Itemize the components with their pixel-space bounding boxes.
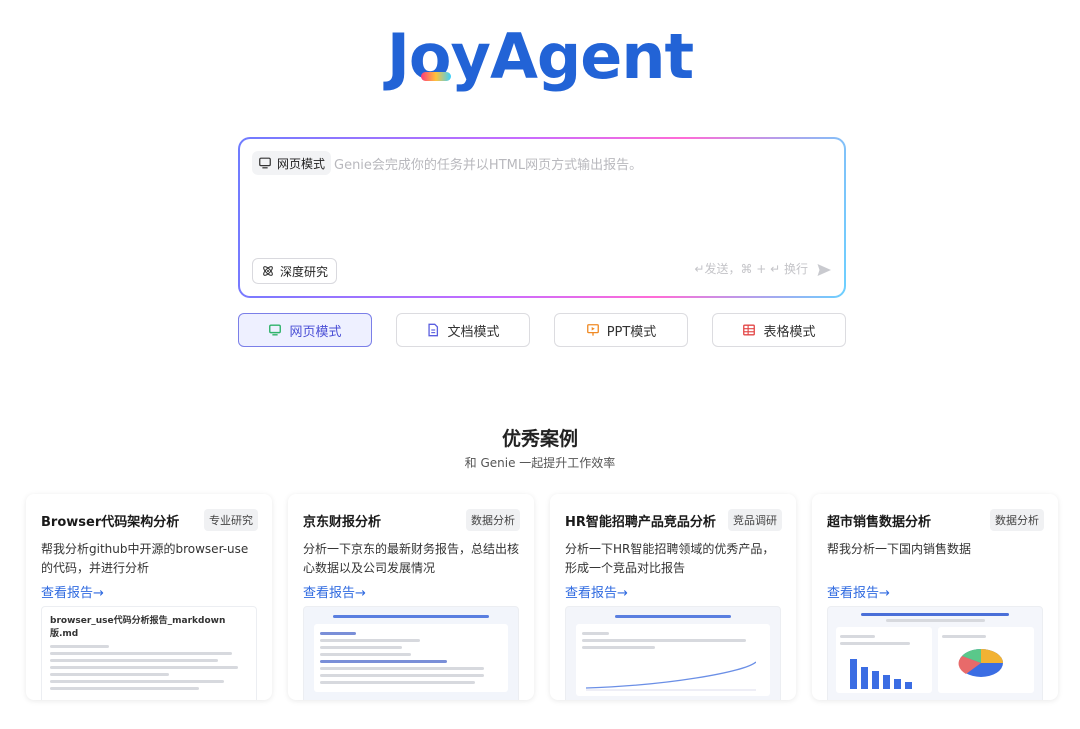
card-description: 分析一下京东的最新财务报告，总结出核心数据以及公司发展情况	[303, 542, 520, 575]
case-cards: Browser代码架构分析 专业研究 帮我分析github中开源的browser…	[26, 494, 1058, 700]
monitor-icon	[269, 324, 282, 336]
case-card-hr-recruit[interactable]: HR智能招聘产品竞品分析 竞品调研 分析一下HR智能招聘领域的优秀产品，形成一个…	[550, 494, 796, 700]
send-hint: ↵发送，⌘ + ↵ 换行	[694, 262, 808, 276]
task-input-inner[interactable]: 网页模式 Genie会完成你的任务并以HTML网页方式输出报告。 深度研究 ↵发…	[240, 139, 844, 296]
report-preview	[303, 606, 519, 700]
presentation-icon	[586, 324, 599, 336]
report-preview	[827, 606, 1043, 700]
showcase-title: 优秀案例	[501, 428, 578, 450]
mode-button-label: 文档模式	[447, 324, 500, 340]
mode-button-document[interactable]: 文档模式	[396, 313, 530, 347]
mode-selector: 网页模式 文档模式 PPT模式 表格模式	[238, 313, 846, 347]
card-title: 京东财报分析	[303, 514, 382, 530]
pie-thumbnail	[958, 649, 1003, 677]
case-card-jd-finance[interactable]: 京东财报分析 数据分析 分析一下京东的最新财务报告，总结出核心数据以及公司发展情…	[288, 494, 534, 700]
deep-research-button[interactable]: 深度研究	[252, 258, 338, 284]
report-preview: browser_use代码分析报告_markdown版.md	[41, 606, 257, 700]
mode-button-label: 表格模式	[763, 324, 816, 340]
task-input-box[interactable]: 网页模式 Genie会完成你的任务并以HTML网页方式输出报告。 深度研究 ↵发…	[238, 137, 846, 298]
card-title: 超市销售数据分析	[827, 514, 932, 530]
logo-text: JoyAgent	[386, 20, 694, 93]
atom-icon	[263, 266, 273, 276]
mode-button-ppt[interactable]: PPT模式	[554, 313, 688, 347]
card-tag: 数据分析	[990, 509, 1044, 531]
task-input-placeholder[interactable]: Genie会完成你的任务并以HTML网页方式输出报告。	[334, 154, 642, 173]
monitor-icon	[259, 157, 271, 169]
view-report-link[interactable]: 查看报告→	[827, 582, 1044, 601]
view-report-link[interactable]: 查看报告→	[303, 582, 520, 601]
card-tag: 数据分析	[466, 509, 520, 531]
logo-accent-bar	[420, 72, 451, 81]
current-mode-label: 网页模式	[277, 156, 326, 171]
mode-button-label: 网页模式	[289, 324, 342, 340]
card-tag: 专业研究	[204, 509, 258, 531]
trend-line-thumbnail	[586, 661, 756, 691]
mode-button-web[interactable]: 网页模式	[238, 313, 372, 347]
bar-thumbnail	[840, 649, 928, 689]
preview-heading: browser_use代码分析报告_markdown版.md	[50, 616, 226, 639]
table-icon	[743, 324, 756, 336]
logo: JoyAgent	[0, 22, 1080, 92]
mode-button-label: PPT模式	[606, 324, 657, 340]
view-report-link[interactable]: 查看报告→	[565, 582, 782, 601]
mode-button-table[interactable]: 表格模式	[712, 313, 846, 347]
report-preview	[565, 606, 781, 700]
card-title: HR智能招聘产品竞品分析	[565, 514, 716, 530]
send-icon[interactable]	[816, 262, 832, 278]
case-card-supermarket[interactable]: 超市销售数据分析 数据分析 帮我分析一下国内销售数据 查看报告→	[812, 494, 1058, 700]
card-tag: 竞品调研	[728, 509, 782, 531]
case-card-browser[interactable]: Browser代码架构分析 专业研究 帮我分析github中开源的browser…	[26, 494, 272, 700]
brand-name: JoyAgent	[386, 20, 694, 93]
card-description: 分析一下HR智能招聘领域的优秀产品，形成一个竞品对比报告	[565, 542, 775, 575]
document-icon	[428, 323, 439, 337]
card-description: 帮我分析一下国内销售数据	[827, 542, 972, 556]
card-title: Browser代码架构分析	[41, 514, 180, 530]
showcase-subtitle: 和 Genie 一起提升工作效率	[464, 456, 616, 470]
card-description: 帮我分析github中开源的browser-use的代码，并进行分析	[41, 542, 249, 575]
current-mode-chip[interactable]: 网页模式	[252, 151, 332, 175]
deep-research-label: 深度研究	[280, 264, 329, 279]
view-report-link[interactable]: 查看报告→	[41, 582, 258, 601]
